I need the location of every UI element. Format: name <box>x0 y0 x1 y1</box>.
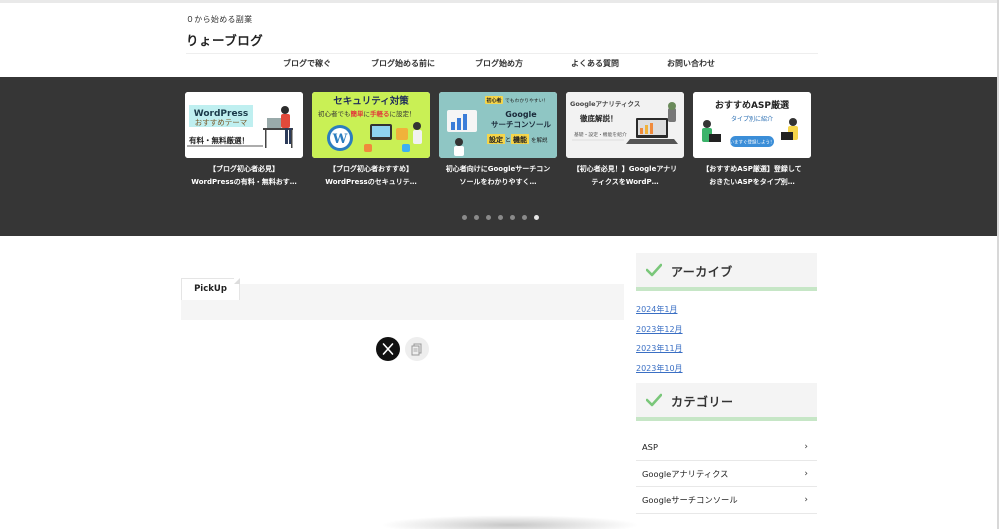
archive-link[interactable]: 2023年12月 <box>636 324 817 335</box>
slider-dot[interactable] <box>486 215 491 220</box>
nav-item-contact[interactable]: お問い合わせ <box>667 58 715 69</box>
featured-slider: WordPress おすすめテーマ 有料・無料厳選！ 【ブログ初心者必見】 Wo… <box>0 77 997 236</box>
archive-widget-header: アーカイブ <box>636 253 817 291</box>
chevron-right-icon: › <box>804 442 808 453</box>
archive-link[interactable]: 2023年10月 <box>636 363 817 374</box>
thumb-text: タイプ別に紹介 <box>731 115 773 123</box>
asp-illustration: おすすめASP厳選 タイプ別に紹介 いますぐ登録しよう！ <box>693 92 811 158</box>
archive-link[interactable]: 2024年1月 <box>636 304 817 315</box>
google-analytics-illustration: Googleアナリティクス 徹底解説！ 基礎・設定・機能を紹介 <box>566 92 684 158</box>
slider-card[interactable]: WordPress おすすめテーマ 有料・無料厳選！ 【ブログ初心者必見】 Wo… <box>185 92 303 189</box>
nav-item-how-to-start[interactable]: ブログ始め方 <box>475 58 523 69</box>
card-thumbnail: Googleアナリティクス 徹底解説！ 基礎・設定・機能を紹介 <box>566 92 684 158</box>
nav-item-earn[interactable]: ブログで稼ぐ <box>283 58 331 69</box>
category-item[interactable]: ASP › <box>636 434 817 461</box>
chevron-right-icon: › <box>804 495 808 506</box>
thumb-text: に設定！ <box>390 109 416 118</box>
category-title: カテゴリー <box>671 395 734 410</box>
thumb-text: おすすめテーマ <box>195 118 248 127</box>
card-caption[interactable]: 【ブログ初心者おすすめ】 WordPressのセキュリテ… <box>312 163 430 189</box>
slider-dot-active[interactable] <box>534 215 539 220</box>
card-thumbnail: WordPress おすすめテーマ 有料・無料厳選！ <box>185 92 303 158</box>
slider-dot[interactable] <box>510 215 515 220</box>
global-nav: ブログで稼ぐ ブログ始める前に ブログ始め方 よくある質問 お問い合わせ <box>260 58 760 74</box>
thumb-text: を解説 <box>531 136 548 144</box>
svg-text:初心者でも簡単に手軽るに設定！: 初心者でも簡単に手軽るに設定！ <box>318 109 416 118</box>
search-console-illustration: 初心者 でもわかりやすい！ Google サーチコンソール 設定 と 機能 を解… <box>439 92 557 158</box>
category-item[interactable]: Googleアナリティクス › <box>636 461 817 488</box>
wordpress-theme-illustration: WordPress おすすめテーマ 有料・無料厳選！ <box>185 92 303 158</box>
card-caption[interactable]: 【ブログ初心者必見】 WordPressの有料・無料おす… <box>185 163 303 189</box>
thumb-text: 徹底解説！ <box>579 113 618 123</box>
thumb-text: Googleアナリティクス <box>570 99 640 108</box>
slider-card[interactable]: Googleアナリティクス 徹底解説！ 基礎・設定・機能を紹介 【初心者必見！】… <box>566 92 684 189</box>
thumb-text: 初心者でも <box>318 109 351 118</box>
category-label: Googleサーチコンソール <box>642 495 738 506</box>
slider-dot[interactable] <box>462 215 467 220</box>
card-thumbnail: セキュリティ対策 初心者でも簡単に手軽るに設定！ W <box>312 92 430 158</box>
category-label: Googleアナリティクス <box>642 468 729 479</box>
floating-element-shadow <box>380 515 640 529</box>
thumb-text: 手軽る <box>370 109 390 118</box>
archive-title: アーカイブ <box>671 265 733 279</box>
thumb-text: 設定 <box>489 135 503 144</box>
thumb-text: 基礎・設定・機能を紹介 <box>574 131 627 138</box>
archive-link[interactable]: 2023年11月 <box>636 343 817 354</box>
nav-divider <box>186 53 818 54</box>
pickup-tab: PickUp <box>181 278 240 300</box>
thumb-text: いますぐ登録しよう！ <box>730 139 775 146</box>
card-thumbnail: おすすめASP厳選 タイプ別に紹介 いますぐ登録しよう！ <box>693 92 811 158</box>
check-icon <box>646 393 662 407</box>
slider-dot[interactable] <box>474 215 479 220</box>
category-label: ASP <box>642 442 658 453</box>
x-logo-icon <box>382 343 394 355</box>
chevron-right-icon: › <box>804 468 808 479</box>
slider-card[interactable]: 初心者 でもわかりやすい！ Google サーチコンソール 設定 と 機能 を解… <box>439 92 557 189</box>
card-thumbnail: 初心者 でもわかりやすい！ Google サーチコンソール 設定 と 機能 を解… <box>439 92 557 158</box>
copy-link-button[interactable] <box>405 337 429 361</box>
site-tagline: ０から始める副業 <box>186 15 253 24</box>
thumb-text: 初心者 <box>486 97 501 104</box>
copy-icon <box>411 343 422 356</box>
archive-list: 2024年1月 2023年12月 2023年11月 2023年10月 <box>636 304 817 374</box>
pickup-section <box>181 284 624 320</box>
nav-item-before-start[interactable]: ブログ始める前に <box>371 58 435 69</box>
check-icon <box>646 263 662 277</box>
slider-dot[interactable] <box>498 215 503 220</box>
slider-card[interactable]: セキュリティ対策 初心者でも簡単に手軽るに設定！ W 【ブログ初心者おすすめ】 … <box>312 92 430 189</box>
top-border <box>0 0 999 3</box>
card-caption[interactable]: 初心者向けにGoogleサーチコン ソールをわかりやすく… <box>439 163 557 189</box>
site-title[interactable]: りょーブログ <box>186 30 818 49</box>
card-caption[interactable]: 【おすすめASP厳選】登録して おきたいASPをタイプ別… <box>693 163 811 189</box>
x-share-button[interactable] <box>376 337 400 361</box>
site-header: ０から始める副業 りょーブログ <box>186 14 818 49</box>
sidebar: アーカイブ 2024年1月 2023年12月 2023年11月 2023年10月… <box>636 253 817 514</box>
thumb-text: 機能 <box>513 135 527 144</box>
category-item[interactable]: Googleサーチコンソール › <box>636 487 817 514</box>
slider-card[interactable]: おすすめASP厳選 タイプ別に紹介 いますぐ登録しよう！ 【おすすめASP厳選】… <box>693 92 811 189</box>
category-list: ASP › Googleアナリティクス › Googleサーチコンソール › <box>636 434 817 514</box>
thumb-text: Google <box>505 110 537 119</box>
security-illustration: セキュリティ対策 初心者でも簡単に手軽るに設定！ W <box>312 92 430 158</box>
thumb-text: サーチコンソール <box>491 120 551 129</box>
thumb-text: と <box>505 137 511 144</box>
slider-dot[interactable] <box>522 215 527 220</box>
thumb-text: セキュリティ対策 <box>333 95 409 107</box>
svg-text:W: W <box>332 132 348 147</box>
thumb-text: 簡単 <box>350 109 365 118</box>
card-caption[interactable]: 【初心者必見！】Googleアナリ ティクスをWordP… <box>566 163 684 189</box>
thumb-text: でもわかりやすい！ <box>505 97 548 104</box>
nav-item-faq[interactable]: よくある質問 <box>571 58 619 69</box>
category-widget-header: カテゴリー <box>636 383 817 422</box>
thumb-text: 有料・無料厳選！ <box>189 135 249 145</box>
thumb-text: おすすめASP厳選 <box>715 99 790 111</box>
